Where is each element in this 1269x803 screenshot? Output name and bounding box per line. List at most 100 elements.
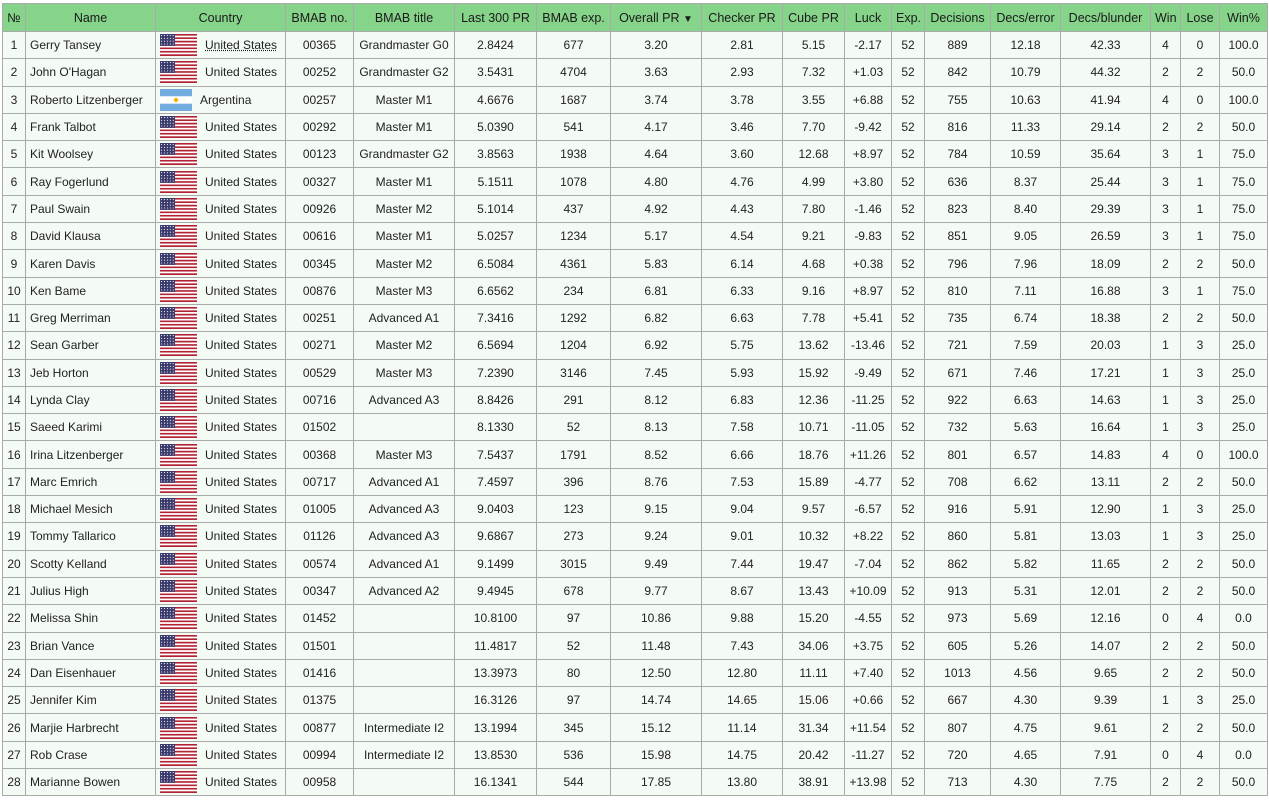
cell-last-300-pr: 9.6867	[454, 522, 537, 551]
col-header-lose[interactable]: Lose	[1180, 3, 1220, 32]
cell-cube-pr: 9.16	[782, 276, 845, 305]
cell-lose: 2	[1180, 713, 1220, 742]
cell-luck: -7.04	[844, 549, 892, 578]
cell-checker-pr: 9.88	[701, 604, 783, 633]
table-row: 14 Lynda Clay United States 00716 Advanced A…	[2, 385, 1268, 415]
col-header-overall-pr[interactable]: Overall PR ▼	[610, 3, 702, 32]
country-name[interactable]: United States	[205, 38, 277, 52]
cell-checker-pr: 9.04	[701, 495, 783, 524]
cell-decs-error: 12.18	[990, 30, 1061, 60]
cell-luck: +7.40	[844, 658, 892, 688]
cell-luck: -4.77	[844, 467, 892, 497]
col-header-country[interactable]: Country	[155, 3, 286, 32]
table-row: 1 Gerry Tansey United States 00365 Grandmast…	[2, 30, 1268, 60]
cell-win-pct: 25.0	[1219, 385, 1268, 415]
cell-overall-pr: 9.24	[610, 522, 702, 551]
cell-bmab-exp: 3146	[536, 358, 611, 387]
cell-rank: 24	[2, 658, 26, 688]
cell-lose: 3	[1180, 522, 1220, 551]
cell-last-300-pr: 7.2390	[454, 358, 537, 387]
col-header-luck[interactable]: Luck	[844, 3, 892, 32]
cell-bmab-title: Grandmaster G0	[353, 30, 455, 60]
table-row: 23 Brian Vance United States 01501 11.4817 52…	[2, 631, 1268, 660]
cell-name: Jennifer Kim	[25, 686, 156, 715]
col-header-bmab-no[interactable]: BMAB no.	[285, 3, 354, 32]
table-row: 16 Irina Litzenberger United States 00368 Ma…	[2, 440, 1268, 469]
cell-win: 3	[1150, 222, 1181, 251]
us-flag-icon	[160, 716, 197, 739]
cell-luck: +8.22	[844, 522, 892, 551]
cell-country: United States	[155, 249, 286, 278]
col-header-bmab-exp[interactable]: BMAB exp.	[536, 3, 611, 32]
cell-bmab-exp: 3015	[536, 549, 611, 578]
cell-luck: -11.27	[844, 740, 892, 770]
cell-decs-blunder: 14.63	[1060, 385, 1151, 415]
cell-cube-pr: 7.78	[782, 303, 845, 333]
cell-exp: 52	[891, 658, 925, 688]
cell-overall-pr: 4.92	[610, 194, 702, 224]
cell-cube-pr: 15.06	[782, 686, 845, 715]
col-header-cube-pr[interactable]: Cube PR	[782, 3, 845, 32]
col-header-decs-blunder[interactable]: Decs/blunder	[1060, 3, 1151, 32]
cell-bmab-exp: 677	[536, 30, 611, 60]
cell-bmab-title: Master M1	[353, 222, 455, 251]
cell-luck: +8.97	[844, 140, 892, 169]
country-name: United States	[205, 256, 278, 271]
cell-lose: 2	[1180, 768, 1220, 797]
cell-rank: 10	[2, 276, 26, 305]
cell-decs-blunder: 29.14	[1060, 112, 1151, 142]
cell-win: 1	[1150, 331, 1181, 360]
cell-decs-error: 8.37	[990, 167, 1061, 196]
cell-win-pct: 25.0	[1219, 522, 1268, 551]
cell-cube-pr: 15.89	[782, 467, 845, 497]
cell-country: United States	[155, 740, 286, 770]
cell-country: United States	[155, 30, 286, 60]
col-header-decs-error[interactable]: Decs/error	[990, 3, 1061, 32]
col-header-bmab-title[interactable]: BMAB title	[353, 3, 455, 32]
cell-cube-pr: 10.71	[782, 413, 845, 442]
cell-country: United States	[155, 604, 286, 633]
cell-rank: 13	[2, 358, 26, 387]
cell-decs-blunder: 42.33	[1060, 30, 1151, 60]
col-header-win[interactable]: Win	[1150, 3, 1181, 32]
cell-decisions: 721	[924, 331, 991, 360]
col-header-name[interactable]: Name	[25, 3, 156, 32]
cell-rank: 22	[2, 604, 26, 633]
cell-country: United States	[155, 495, 286, 524]
cell-country: United States	[155, 686, 286, 715]
cell-decs-error: 7.96	[990, 249, 1061, 278]
cell-cube-pr: 12.68	[782, 140, 845, 169]
cell-bmab-exp: 1687	[536, 85, 611, 114]
cell-decs-blunder: 20.03	[1060, 331, 1151, 360]
cell-overall-pr: 8.52	[610, 440, 702, 469]
us-flag-icon	[160, 525, 197, 548]
col-header-decisions[interactable]: Decisions	[924, 3, 991, 32]
cell-bmab-no: 00368	[285, 440, 354, 469]
cell-luck: +11.54	[844, 713, 892, 742]
cell-luck: +11.26	[844, 440, 892, 469]
cell-bmab-title	[353, 768, 455, 797]
cell-win-pct: 100.0	[1219, 440, 1268, 469]
col-header-rank[interactable]: №	[2, 3, 26, 32]
cell-luck: +5.41	[844, 303, 892, 333]
col-header-exp[interactable]: Exp.	[891, 3, 925, 32]
cell-cube-pr: 15.92	[782, 358, 845, 387]
cell-decisions: 720	[924, 740, 991, 770]
cell-last-300-pr: 5.1511	[454, 167, 537, 196]
col-header-win-pct[interactable]: Win%	[1219, 3, 1268, 32]
cell-bmab-no: 00616	[285, 222, 354, 251]
country-name: United States	[205, 584, 278, 599]
cell-cube-pr: 4.99	[782, 167, 845, 196]
country-name: United States	[205, 338, 278, 353]
col-header-last-300-pr[interactable]: Last 300 PR	[454, 3, 537, 32]
cell-last-300-pr: 8.1330	[454, 413, 537, 442]
cell-decs-error: 4.56	[990, 658, 1061, 688]
cell-decs-blunder: 13.11	[1060, 467, 1151, 497]
cell-win-pct: 75.0	[1219, 222, 1268, 251]
cell-lose: 0	[1180, 30, 1220, 60]
col-header-checker-pr[interactable]: Checker PR	[701, 3, 783, 32]
cell-win: 3	[1150, 194, 1181, 224]
cell-luck: -9.49	[844, 358, 892, 387]
cell-last-300-pr: 7.3416	[454, 303, 537, 333]
table-row: 11 Greg Merriman United States 00251 Advance…	[2, 303, 1268, 333]
